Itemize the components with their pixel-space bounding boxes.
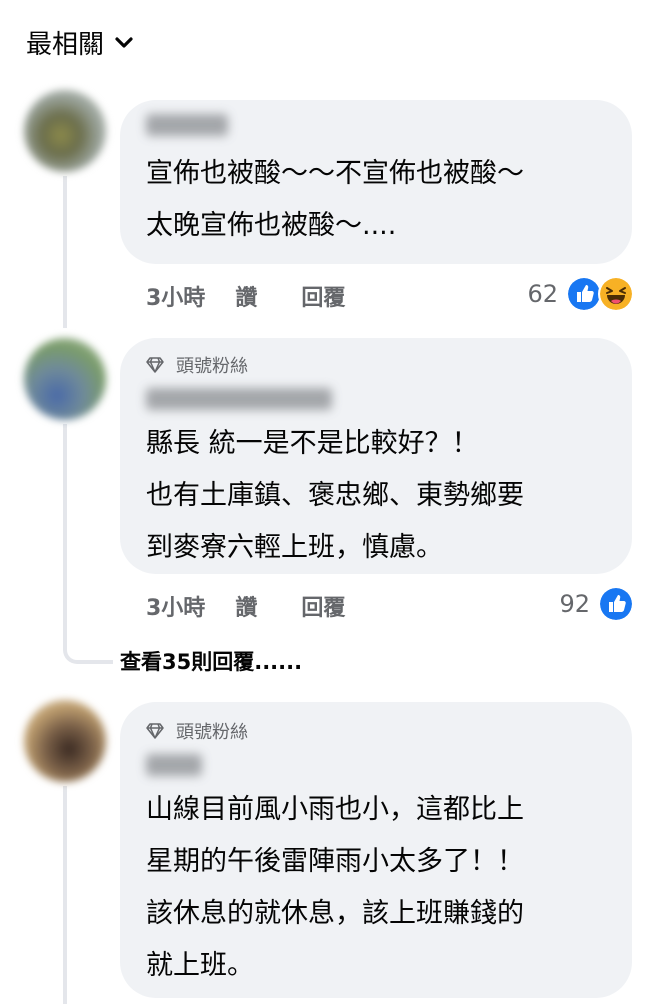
reply-button[interactable]: 回覆 [301,280,345,312]
comment-line: 就上班。 [146,950,254,981]
comment-bubble: 頭號粉絲 山線目前風小雨也小，這都比上 星期的午後雷陣雨小太多了！！ 該休息的就… [120,702,632,998]
reply-button[interactable]: 回覆 [301,590,345,622]
badge-label: 頭號粉絲 [176,356,248,377]
comment-time: 3小時 [146,596,206,621]
haha-icon [598,276,634,312]
comment-line: 太晚宣佈也被酸～.... [146,210,397,241]
avatar[interactable] [24,90,106,172]
reaction-count: 62 [527,280,558,308]
comment-line: 也有土庫鎮、褒忠鄉、東勢鄉要 [146,480,524,511]
like-icon [566,276,602,312]
badge-label: 頭號粉絲 [176,722,248,743]
thread-line [63,424,67,624]
reaction-summary[interactable]: 62 [527,276,634,312]
sort-dropdown[interactable]: 最相關 [26,24,134,61]
diamond-icon [146,357,164,373]
comment-line: 山線目前風小雨也小，這都比上 [146,794,524,825]
comment-bubble: 頭號粉絲 縣長 統一是不是比較好？！ 也有土庫鎮、褒忠鄉、東勢鄉要 到麥寮六輕上… [120,338,632,574]
view-replies-link[interactable]: 查看35則回覆...... [120,646,302,676]
like-button[interactable]: 讚 [235,590,257,622]
avatar[interactable] [24,700,106,782]
comment-actions: 3小時 讚 回覆 [146,280,389,312]
comment-line: 宣佈也被酸～～不宣佈也被酸～ [146,158,524,189]
commenter-name-blurred[interactable] [146,114,228,136]
comment-text: 縣長 統一是不是比較好？！ 也有土庫鎮、褒忠鄉、東勢鄉要 到麥寮六輕上班，慎慮。 [146,418,606,574]
sort-label: 最相關 [26,30,105,60]
comment-actions: 3小時 讚 回覆 [146,590,389,622]
top-fan-badge: 頭號粉絲 [146,338,606,378]
reaction-summary[interactable]: 92 [559,586,634,622]
reaction-count: 92 [559,590,590,618]
comment-bubble: 宣佈也被酸～～不宣佈也被酸～ 太晚宣佈也被酸～.... [120,100,632,264]
thread-connector [63,620,113,664]
thread-line [63,786,67,1004]
comment-text: 宣佈也被酸～～不宣佈也被酸～ 太晚宣佈也被酸～.... [146,148,606,252]
comment-text: 山線目前風小雨也小，這都比上 星期的午後雷陣雨小太多了！！ 該休息的就休息，該上… [146,784,606,992]
avatar[interactable] [24,338,106,420]
commenter-name-blurred[interactable] [146,388,332,410]
comment-line: 到麥寮六輕上班，慎慮。 [146,532,443,563]
commenter-name-blurred[interactable] [146,754,202,776]
like-button[interactable]: 讚 [235,280,257,312]
diamond-icon [146,723,164,739]
comment-line: 星期的午後雷陣雨小太多了！！ [146,846,524,877]
like-icon [598,586,634,622]
thread-line [63,176,67,328]
comment-time: 3小時 [146,286,206,311]
comment-line: 縣長 統一是不是比較好？！ [146,428,479,459]
top-fan-badge: 頭號粉絲 [146,702,606,744]
chevron-down-icon [115,36,133,48]
comment-line: 該休息的就休息，該上班賺錢的 [146,898,524,929]
